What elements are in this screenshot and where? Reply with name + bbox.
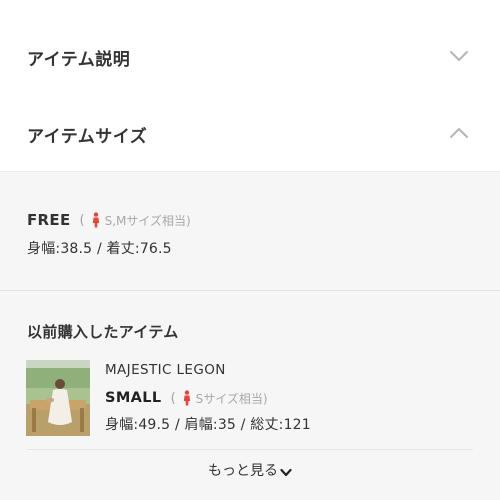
chevron-up-icon bbox=[448, 122, 470, 144]
size-measurements: 身幅:38.5 / 着丈:76.5 bbox=[27, 241, 172, 257]
size-hint-open-paren: ( bbox=[79, 212, 85, 228]
size-hint: S,Mサイズ相当) bbox=[104, 213, 191, 228]
show-more-button[interactable]: もっと見る bbox=[0, 460, 500, 480]
person-icon bbox=[182, 390, 192, 406]
accordion-title-description: アイテム説明 bbox=[27, 50, 131, 70]
previous-size-name: SMALL bbox=[105, 390, 162, 406]
chevron-down-icon bbox=[448, 45, 470, 67]
previous-size-header: SMALL ( Sサイズ相当) bbox=[105, 388, 311, 408]
brand-name: MAJESTIC LEGON bbox=[105, 362, 226, 378]
size-info: FREE ( S,Mサイズ相当) 身幅:38.5 / 着丈:76.5 bbox=[27, 210, 191, 258]
previous-item[interactable]: MAJESTIC LEGON SMALL ( Sサイズ相当) 身幅:49.5 /… bbox=[26, 360, 476, 438]
previous-item-info: MAJESTIC LEGON SMALL ( Sサイズ相当) 身幅:49.5 /… bbox=[105, 362, 311, 434]
accordion-title-size: アイテムサイズ bbox=[27, 127, 148, 147]
previous-items-title: 以前購入したアイテム bbox=[27, 323, 179, 341]
page: アイテム説明 アイテムサイズ FREE ( S,Mサイズ相当) 身幅:38.5 … bbox=[0, 0, 500, 500]
size-panel: FREE ( S,Mサイズ相当) 身幅:38.5 / 着丈:76.5 以前購入し… bbox=[0, 172, 500, 500]
person-icon bbox=[91, 212, 101, 228]
previous-size-open-paren: ( bbox=[170, 390, 176, 406]
size-header: FREE ( S,Mサイズ相当) bbox=[27, 210, 191, 230]
size-name: FREE bbox=[27, 211, 71, 229]
product-thumbnail bbox=[26, 360, 90, 436]
section-divider bbox=[0, 290, 500, 291]
accordion-item-size[interactable]: アイテムサイズ bbox=[0, 94, 500, 172]
previous-size-hint: Sサイズ相当) bbox=[195, 391, 268, 406]
accordion-item-description[interactable]: アイテム説明 bbox=[0, 17, 500, 95]
previous-measurements: 身幅:49.5 / 肩幅:35 / 総丈:121 bbox=[105, 417, 311, 433]
chevron-down-icon bbox=[280, 466, 292, 477]
show-more-label: もっと見る bbox=[208, 463, 278, 479]
more-divider bbox=[27, 449, 473, 450]
